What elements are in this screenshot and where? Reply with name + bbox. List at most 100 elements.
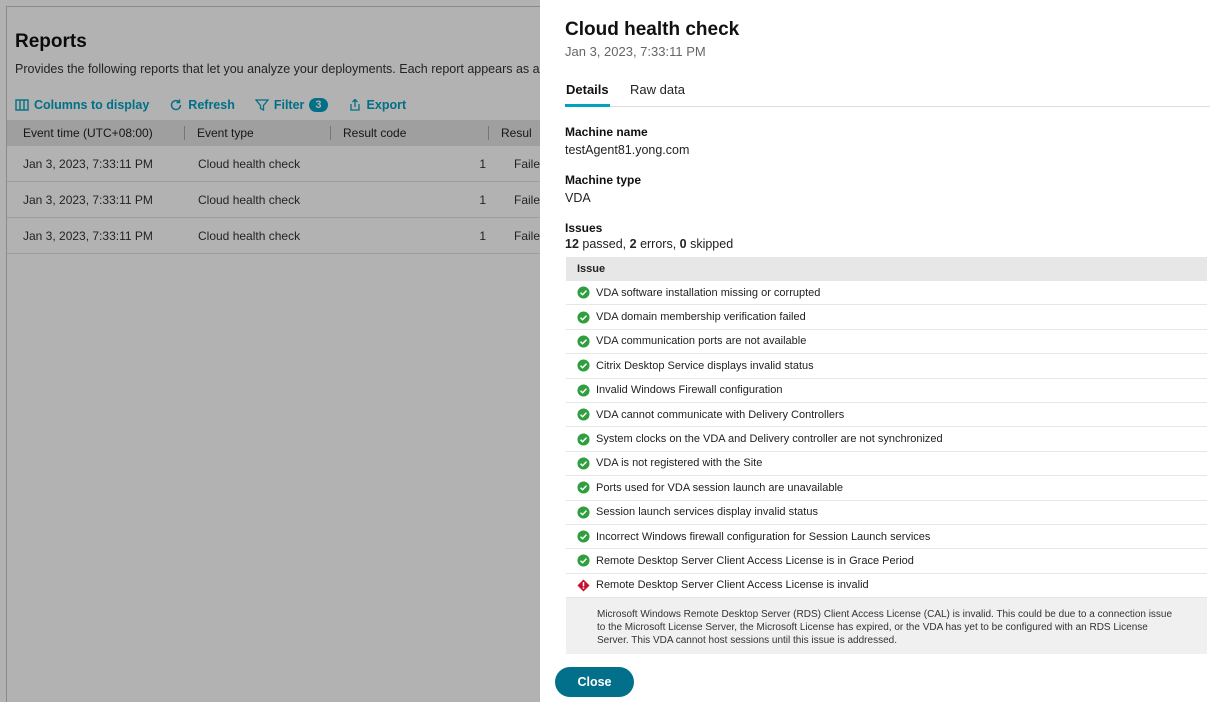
window-border (6, 6, 7, 702)
issues-table-header: Issue (566, 257, 1207, 281)
refresh-label: Refresh (188, 98, 235, 112)
drawer-tabs: Details Raw data (565, 82, 1210, 107)
issue-row: VDA domain membership verification faile… (566, 305, 1207, 330)
machine-name-value: testAgent81.yong.com (565, 143, 690, 157)
column-header-result[interactable]: Resul (488, 126, 540, 140)
check-circle-icon (577, 554, 590, 568)
columns-label: Columns to display (34, 98, 150, 112)
issue-row: Session launch services display invalid … (566, 501, 1207, 525)
errors-count: 2 (629, 237, 637, 251)
cell-result: Failed (514, 192, 540, 207)
tab-raw-data[interactable]: Raw data (630, 82, 685, 107)
export-icon (349, 98, 360, 111)
issue-text: Invalid Windows Firewall configuration (596, 384, 783, 397)
issue-row[interactable]: Remote Desktop Server Client Access Lice… (566, 574, 1207, 599)
filter-icon (254, 99, 269, 112)
check-circle-icon (577, 384, 590, 397)
issue-text: Remote Desktop Server Client Access Lice… (596, 554, 914, 567)
check-circle-icon (577, 335, 590, 348)
check-circle-icon (577, 286, 590, 299)
issue-row: Remote Desktop Server Client Access Lice… (566, 549, 1207, 574)
error-diamond-icon (577, 579, 590, 592)
issue-row: VDA is not registered with the Site (566, 452, 1207, 477)
column-header-event-type[interactable]: Event type (184, 126, 326, 140)
issue-text: VDA communication ports are not availabl… (596, 335, 807, 348)
machine-type-value: VDA (565, 191, 591, 205)
window-border-top (6, 6, 540, 7)
check-circle-icon (577, 530, 590, 543)
issue-row: Invalid Windows Firewall configuration (566, 379, 1207, 403)
passed-text: passed, (578, 237, 630, 251)
issues-summary: 12 passed, 2 errors, 0 skipped (565, 237, 733, 251)
page-title: Reports (15, 31, 87, 52)
reports-table: Event time (UTC+08:00) Event type Result… (7, 120, 540, 254)
filter-button[interactable]: Filter 3 (254, 98, 328, 112)
issue-row: Citrix Desktop Service displays invalid … (566, 354, 1207, 379)
filter-count-badge: 3 (309, 98, 328, 112)
cell-result-code: 1 (479, 228, 486, 243)
check-circle-icon (577, 359, 590, 372)
export-label: Export (366, 98, 407, 112)
issue-text: VDA software installation missing or cor… (596, 286, 821, 299)
table-row[interactable]: Jan 3, 2023, 7:33:11 PM Cloud health che… (7, 218, 540, 254)
cell-event-time: Jan 3, 2023, 7:33:11 PM (23, 192, 153, 207)
issue-row: VDA cannot communicate with Delivery Con… (566, 403, 1207, 428)
drawer-footer: Close (540, 654, 1210, 702)
cell-event-time: Jan 3, 2023, 7:33:11 PM (23, 156, 153, 171)
table-row[interactable]: Jan 3, 2023, 7:33:11 PM Cloud health che… (7, 146, 540, 182)
issues-list: VDA software installation missing or cor… (566, 281, 1207, 599)
columns-to-display-button[interactable]: Columns to display (15, 98, 149, 112)
issue-row: VDA communication ports are not availabl… (566, 330, 1207, 355)
machine-name-label: Machine name (565, 125, 648, 139)
column-header-result-code[interactable]: Result code (330, 126, 484, 140)
cell-event-type: Cloud health check (198, 192, 301, 207)
reports-page: Reports Provides the following reports t… (7, 7, 540, 702)
filter-label: Filter (273, 98, 305, 112)
details-drawer: Cloud health check Jan 3, 2023, 7:33:11 … (540, 0, 1210, 702)
issue-row: System clocks on the VDA and Delivery co… (566, 427, 1207, 452)
check-circle-icon (577, 457, 590, 470)
check-circle-icon (577, 408, 590, 421)
issue-text: Session launch services display invalid … (596, 506, 818, 519)
machine-type-label: Machine type (565, 173, 642, 187)
drawer-timestamp: Jan 3, 2023, 7:33:11 PM (565, 44, 706, 59)
cell-event-time: Jan 3, 2023, 7:33:11 PM (23, 228, 153, 243)
column-header-event-time[interactable]: Event time (UTC+08:00) (7, 126, 170, 140)
cell-event-type: Cloud health check (198, 156, 301, 171)
issue-text: VDA cannot communicate with Delivery Con… (596, 408, 845, 421)
issue-row: Ports used for VDA session launch are un… (566, 476, 1207, 501)
reports-toolbar: Columns to display Refresh Filter 3 Expo… (15, 95, 406, 115)
check-circle-icon (577, 481, 590, 494)
issue-text: Citrix Desktop Service displays invalid … (596, 359, 814, 372)
issue-text: Remote Desktop Server Client Access Lice… (596, 579, 869, 592)
issue-text: VDA is not registered with the Site (596, 457, 763, 470)
table-header: Event time (UTC+08:00) Event type Result… (7, 120, 540, 146)
issue-text: VDA domain membership verification faile… (596, 311, 806, 324)
drawer-title: Cloud health check (565, 19, 740, 40)
issue-text: Ports used for VDA session launch are un… (596, 481, 844, 494)
errors-text: errors, (636, 237, 680, 251)
tab-details[interactable]: Details (565, 82, 610, 107)
check-circle-icon (577, 432, 590, 446)
refresh-icon (171, 99, 182, 111)
cell-result-code: 1 (479, 156, 486, 171)
table-row[interactable]: Jan 3, 2023, 7:33:11 PM Cloud health che… (7, 182, 540, 218)
issue-text: System clocks on the VDA and Delivery co… (596, 433, 943, 446)
page-description: Provides the following reports that let … (15, 62, 540, 76)
passed-count: 12 (565, 237, 579, 251)
cell-result-code: 1 (479, 192, 486, 207)
export-button[interactable]: Export (348, 98, 407, 112)
error-detail: Microsoft Windows Remote Desktop Server … (566, 598, 1207, 655)
cell-event-type: Cloud health check (198, 228, 301, 243)
check-circle-icon (577, 311, 590, 324)
refresh-button[interactable]: Refresh (169, 98, 235, 112)
issue-row: Incorrect Windows firewall configuration… (566, 525, 1207, 550)
cell-result: Failed (514, 228, 540, 243)
close-button[interactable]: Close (555, 667, 634, 697)
skipped-text: skipped (686, 237, 734, 251)
issues-label: Issues (565, 221, 603, 235)
issues-table: Issue VDA software installation missing … (566, 257, 1207, 655)
columns-icon (15, 99, 29, 111)
issue-text: Incorrect Windows firewall configuration… (596, 530, 931, 543)
check-circle-icon (577, 506, 590, 519)
